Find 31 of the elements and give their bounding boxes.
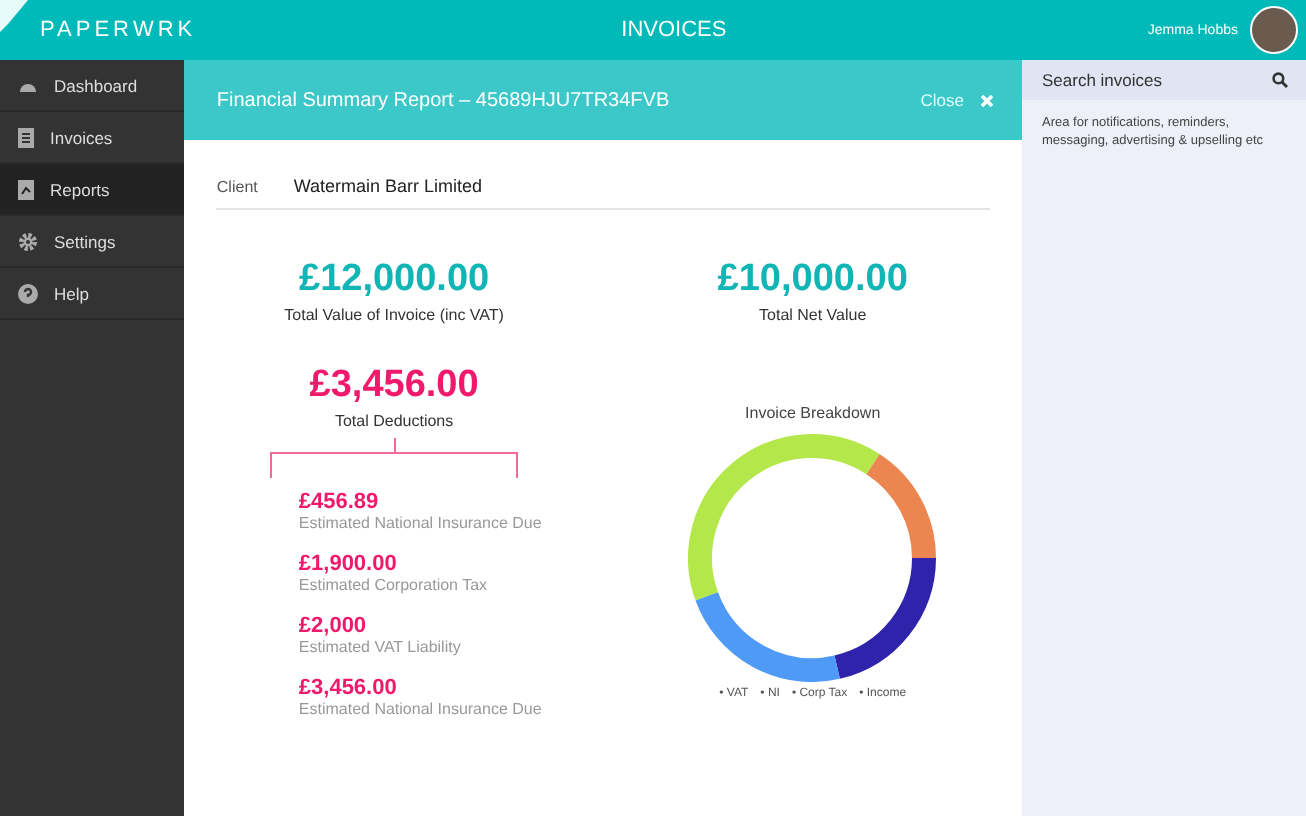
client-name: Watermain Barr Limited bbox=[293, 176, 483, 196]
deduction-amount: £2,000 bbox=[298, 614, 369, 638]
paper-plane-icon bbox=[0, 0, 28, 32]
page-title: INVOICES bbox=[619, 18, 729, 42]
amount-value: £12,000.00 bbox=[299, 258, 490, 302]
report-title: Financial Summary Report – 45689HJU7TR34FVB bbox=[216, 89, 672, 111]
chart-title: Invoice Breakdown bbox=[745, 404, 881, 422]
deduction-label: Estimated Corporation Tax bbox=[298, 576, 490, 594]
search-icon bbox=[1272, 72, 1288, 88]
settings-icon bbox=[18, 231, 38, 251]
report-icon bbox=[18, 179, 34, 199]
amount-label: Total Net Value bbox=[759, 306, 867, 324]
help-icon bbox=[18, 283, 38, 303]
sidebar-item[interactable]: Reports bbox=[0, 164, 185, 216]
deduction-label: Estimated VAT Liability bbox=[298, 638, 463, 656]
deduction-amount: £3,456.00 bbox=[298, 676, 399, 700]
deduction-label: Estimated National Insurance Due bbox=[298, 514, 542, 532]
deductions-label: Total Deductions bbox=[334, 412, 454, 430]
search-field[interactable]: Search invoices bbox=[1042, 70, 1264, 90]
document-icon bbox=[18, 127, 34, 147]
avatar[interactable] bbox=[1250, 6, 1298, 54]
deduction-amount: £1,900.00 bbox=[298, 552, 399, 576]
amount-value: £10,000.00 bbox=[717, 258, 908, 302]
search-field[interactable]: Search invoices bbox=[1022, 60, 1306, 100]
deductions-amount: £3,456.00 bbox=[309, 364, 479, 408]
deduction-label: Estimated National Insurance Due bbox=[298, 700, 542, 718]
deduction-amount: £456.89 bbox=[298, 490, 381, 514]
close-icon bbox=[980, 93, 994, 107]
amount-label: Total Value of Invoice (inc VAT) bbox=[284, 306, 504, 324]
client-label: Client bbox=[216, 177, 258, 195]
logo-text: PAPERWRK bbox=[40, 18, 197, 42]
